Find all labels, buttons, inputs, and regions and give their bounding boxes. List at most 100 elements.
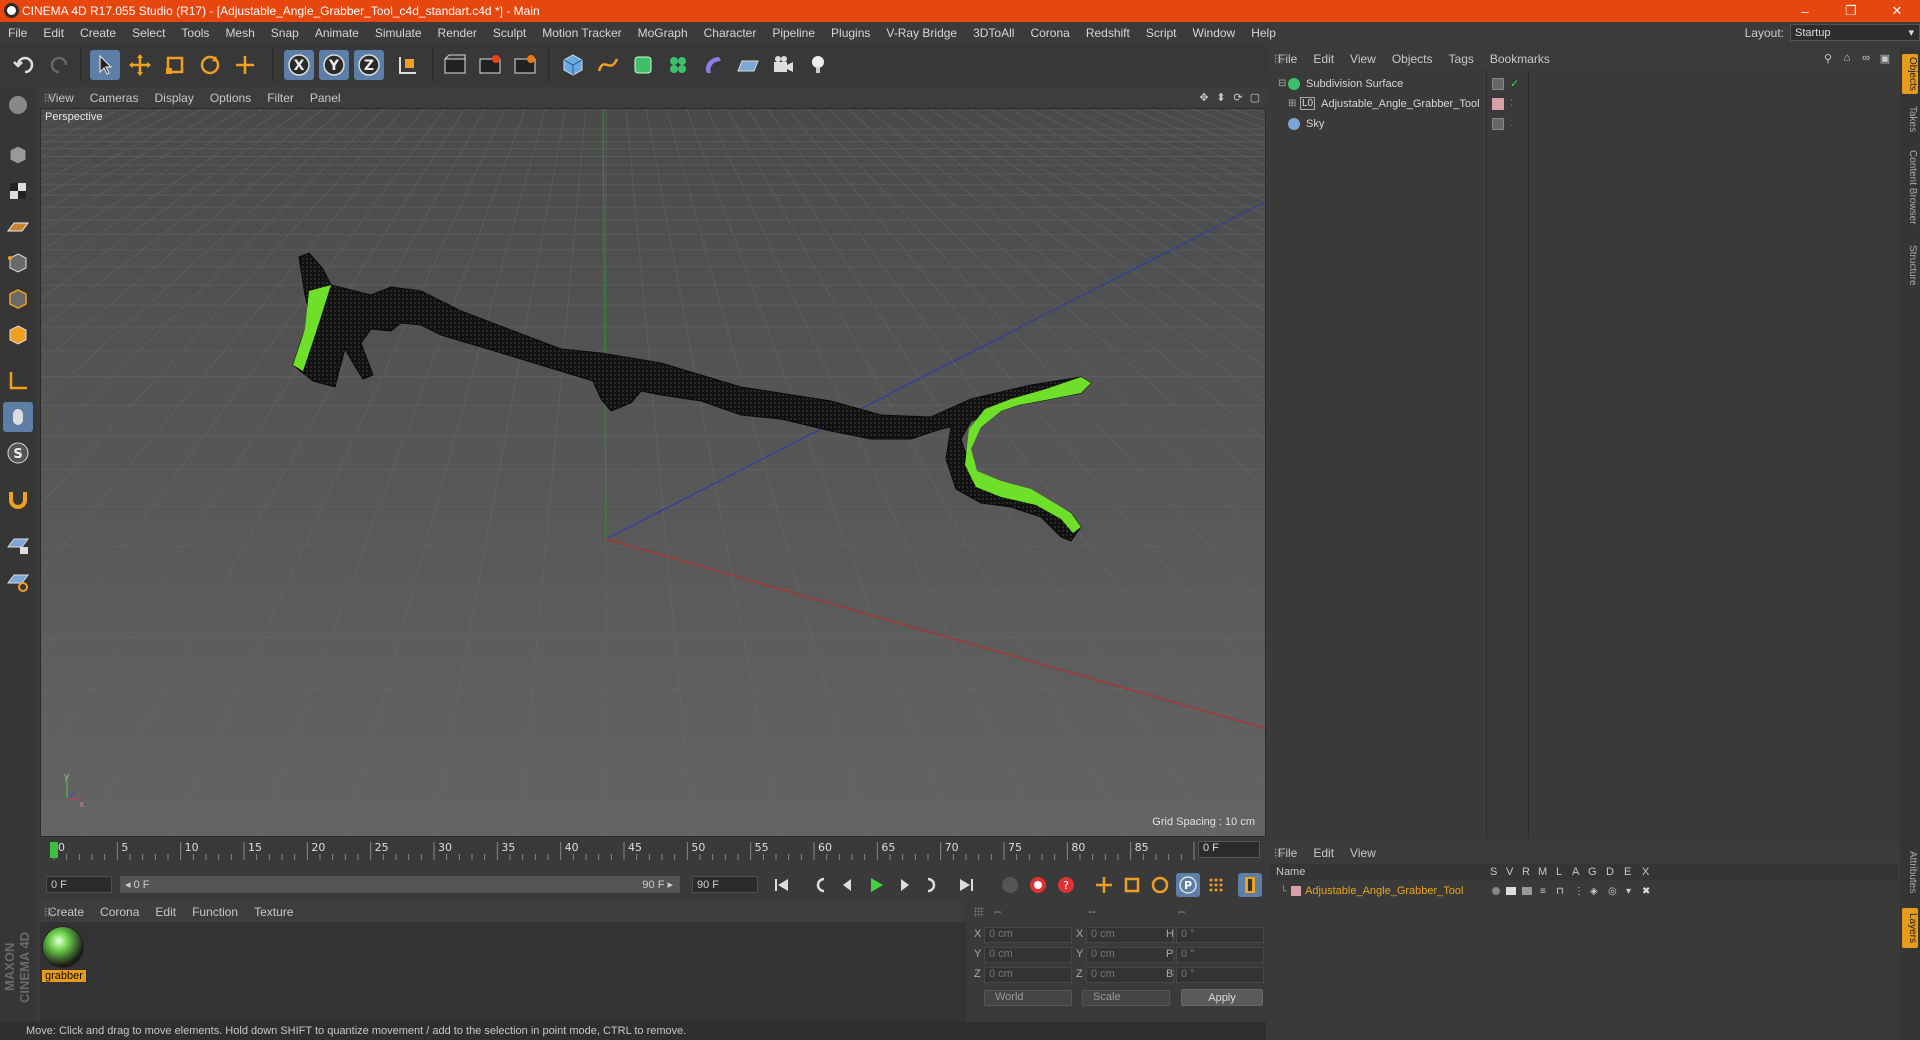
menu-3dtoall[interactable]: 3DToAll: [965, 26, 1022, 40]
size-z-field[interactable]: 0 cm: [1086, 967, 1174, 983]
polygons-mode-button[interactable]: [3, 320, 33, 350]
home-icon[interactable]: ⌂: [1840, 51, 1854, 65]
new-panel-icon[interactable]: ▣: [1878, 51, 1892, 65]
orbit-view-icon[interactable]: ⟳: [1231, 90, 1245, 104]
size-x-field[interactable]: 0 cm: [1086, 927, 1174, 943]
viewport-perspective[interactable]: y x Perspective Grid Spacing : 10 cm: [40, 108, 1266, 837]
layer-color-icon[interactable]: [1291, 886, 1302, 896]
keyframe-selection-button[interactable]: ?: [1054, 873, 1078, 897]
object-row-grabber-tool[interactable]: ⊞ L0 Adjustable_Angle_Grabber_Tool ⁚: [1270, 94, 1898, 113]
y-axis-lock-button[interactable]: Y: [319, 50, 349, 80]
link-icon[interactable]: ∞: [1859, 51, 1873, 65]
redo-button[interactable]: [44, 50, 74, 80]
end-frame-field[interactable]: 90 F: [692, 876, 758, 893]
visibility-dots-icon[interactable]: ⁚: [1510, 118, 1513, 129]
menu-animate[interactable]: Animate: [307, 26, 367, 40]
frame-range-slider[interactable]: ◂ 0 F 90 F ▸: [120, 876, 680, 893]
parameter-key-button[interactable]: P: [1176, 873, 1200, 897]
tab-attributes[interactable]: Attributes: [1902, 844, 1918, 900]
previous-frame-button[interactable]: [836, 873, 860, 897]
tab-objects[interactable]: Objects: [1902, 54, 1918, 94]
point-level-key-button[interactable]: [1204, 873, 1228, 897]
coordinate-mode-select[interactable]: Scale: [1082, 990, 1170, 1006]
menu-pipeline[interactable]: Pipeline: [764, 26, 823, 40]
planar-workplane-button[interactable]: [3, 566, 33, 596]
menu-edit[interactable]: Edit: [35, 26, 72, 40]
viewport-menu-display[interactable]: Display: [146, 91, 201, 105]
menu-corona[interactable]: Corona: [1022, 26, 1077, 40]
material-menu-corona[interactable]: Corona: [92, 905, 147, 919]
object-row-sky[interactable]: Sky ⁚: [1270, 114, 1898, 133]
magnet-button[interactable]: [3, 484, 33, 514]
generator-icon[interactable]: ◈: [1590, 886, 1598, 897]
layer-row[interactable]: └ Adjustable_Angle_Grabber_Tool ≡ ⊓ ⋮ ◈ …: [1270, 883, 1898, 899]
tab-layers[interactable]: Layers: [1902, 908, 1918, 948]
floor-button[interactable]: [733, 50, 763, 80]
texture-mode-button[interactable]: [3, 176, 33, 206]
menu-mograph[interactable]: MoGraph: [630, 26, 696, 40]
goto-end-button[interactable]: [954, 873, 978, 897]
menu-window[interactable]: Window: [1185, 26, 1244, 40]
animation-icon[interactable]: ⋮: [1574, 886, 1584, 897]
edit-render-settings-button[interactable]: [510, 50, 540, 80]
editor-visibility-icon[interactable]: [1492, 77, 1504, 90]
viewport-menu-cameras[interactable]: Cameras: [82, 91, 147, 105]
layers-menu-edit[interactable]: Edit: [1305, 846, 1342, 860]
size-y-field[interactable]: 0 cm: [1086, 947, 1174, 963]
close-button[interactable]: ✕: [1874, 0, 1920, 22]
menu-render[interactable]: Render: [430, 26, 485, 40]
objects-menu-bookmarks[interactable]: Bookmarks: [1482, 52, 1558, 66]
move-axis-button[interactable]: [230, 50, 260, 80]
menu-file[interactable]: File: [0, 26, 35, 40]
menu-script[interactable]: Script: [1138, 26, 1185, 40]
xref-icon[interactable]: ✖: [1642, 886, 1650, 897]
next-key-button[interactable]: [920, 873, 944, 897]
layer-color-icon[interactable]: [1492, 97, 1504, 110]
position-key-button[interactable]: [1092, 873, 1116, 897]
deformer-icon[interactable]: ◎: [1608, 886, 1617, 897]
objects-menu-tags[interactable]: Tags: [1441, 52, 1482, 66]
expression-icon[interactable]: ▾: [1626, 886, 1631, 897]
tweak-mode-button[interactable]: [3, 402, 33, 432]
frame-ruler[interactable]: 051015202530354045505560657075808590: [50, 838, 1200, 862]
rotation-h-field[interactable]: 0 °: [1176, 927, 1264, 943]
timeline-button[interactable]: [1238, 873, 1262, 897]
z-axis-lock-button[interactable]: Z: [354, 50, 384, 80]
apply-button[interactable]: Apply: [1181, 989, 1263, 1006]
minimize-button[interactable]: –: [1782, 0, 1828, 22]
viewport-menu-panel[interactable]: Panel: [302, 91, 349, 105]
goto-start-button[interactable]: [770, 873, 794, 897]
previous-key-button[interactable]: [808, 873, 832, 897]
playhead-marker[interactable]: [50, 842, 58, 858]
render-picture-viewer-button[interactable]: [475, 50, 505, 80]
timeline-ruler[interactable]: 051015202530354045505560657075808590 0 F: [40, 838, 1266, 862]
cloner-button[interactable]: [663, 50, 693, 80]
subdivision-button[interactable]: [628, 50, 658, 80]
material-menu-function[interactable]: Function: [184, 905, 246, 919]
tab-content-browser[interactable]: Content Browser: [1902, 142, 1918, 232]
axis-mode-button[interactable]: [3, 366, 33, 396]
viewport-menu-options[interactable]: Options: [202, 91, 259, 105]
toggle-view-icon[interactable]: ▢: [1248, 90, 1262, 104]
layout-select[interactable]: Startup ▾: [1790, 24, 1920, 41]
scale-button[interactable]: [160, 50, 190, 80]
cube-button[interactable]: [558, 50, 588, 80]
menu-redshift[interactable]: Redshift: [1078, 26, 1138, 40]
rotation-key-button[interactable]: [1148, 873, 1172, 897]
layers-menu-view[interactable]: View: [1342, 846, 1384, 860]
make-editable-button[interactable]: [3, 90, 33, 120]
play-button[interactable]: [864, 873, 888, 897]
expand-icon[interactable]: ⊞: [1288, 98, 1298, 109]
position-x-field[interactable]: 0 cm: [984, 927, 1072, 943]
live-selection-button[interactable]: [90, 50, 120, 80]
objects-menu-view[interactable]: View: [1342, 52, 1384, 66]
objects-menu-edit[interactable]: Edit: [1305, 52, 1342, 66]
camera-button[interactable]: [768, 50, 798, 80]
tab-takes[interactable]: Takes: [1902, 104, 1918, 134]
editor-visibility-icon[interactable]: [1492, 117, 1504, 130]
autokey-button[interactable]: [1026, 873, 1050, 897]
record-keys-button[interactable]: [998, 873, 1022, 897]
light-button[interactable]: [803, 50, 833, 80]
visibility-dots-icon[interactable]: ⁚: [1510, 98, 1513, 109]
eye-icon[interactable]: [1506, 887, 1516, 895]
